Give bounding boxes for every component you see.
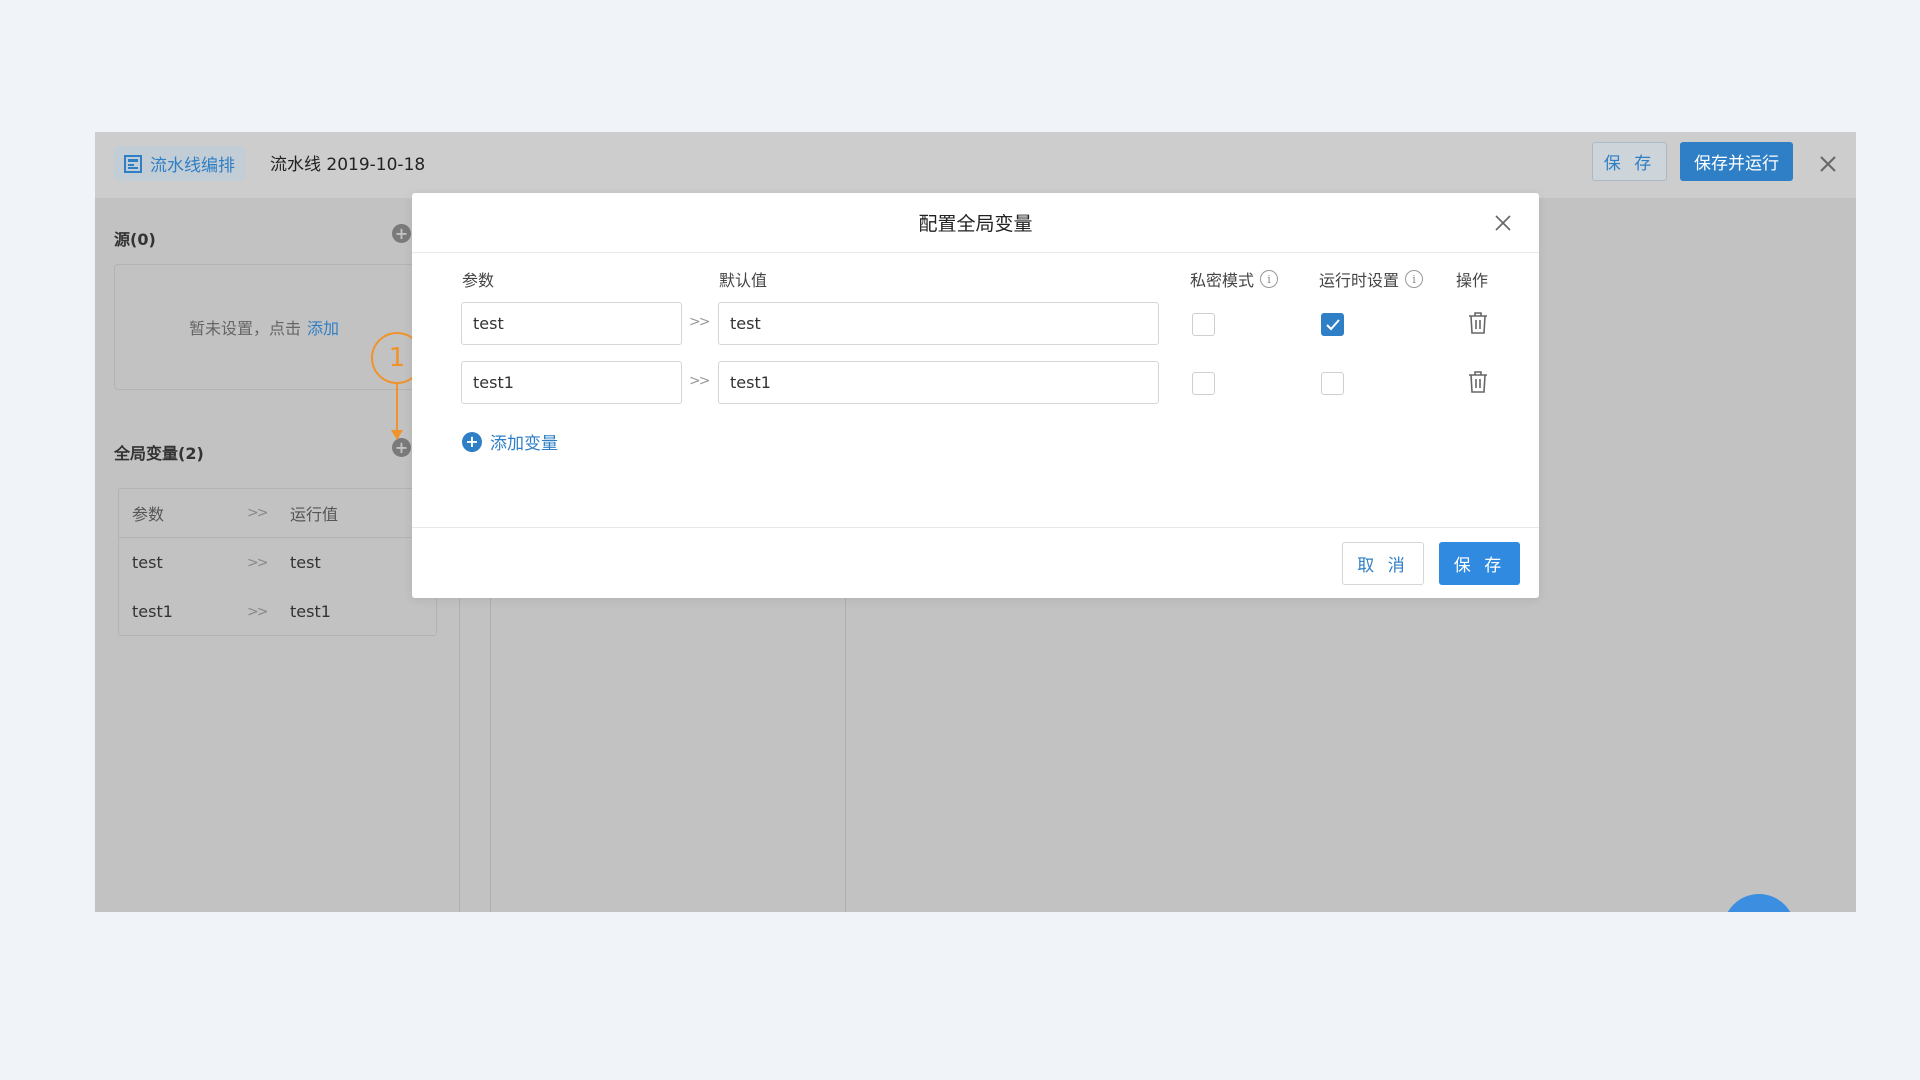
row-value: test1	[290, 602, 331, 621]
global-variables-modal: 配置全局变量 参数 默认值 私密模式 i 运行时设置 i 操作 test >> …	[412, 193, 1539, 598]
separator-icon: >>	[689, 314, 711, 330]
row-param: test	[132, 553, 163, 572]
default-value-input[interactable]: test	[718, 302, 1159, 345]
runtime-checkbox[interactable]	[1321, 372, 1344, 395]
close-icon[interactable]	[1812, 148, 1844, 180]
source-add-link[interactable]: 添加	[307, 315, 339, 339]
delete-icon[interactable]	[1467, 311, 1489, 335]
modal-header: 配置全局变量	[412, 193, 1539, 253]
column-runtime-label: 运行时设置	[1319, 271, 1400, 290]
save-and-run-button[interactable]: 保存并运行	[1680, 142, 1793, 181]
modal-title: 配置全局变量	[918, 213, 1033, 235]
globals-section-title: 全局变量(2)	[114, 444, 204, 463]
add-variable-button[interactable]: + 添加变量	[462, 429, 558, 454]
table-header: 参数 >> 运行值	[119, 489, 436, 538]
left-panel: 源(0) + 暂未设置，点击 添加 全局变量(2) + 参数 >> 运行值 te…	[95, 198, 460, 912]
floating-action-button[interactable]	[1723, 894, 1795, 912]
cancel-button[interactable]: 取 消	[1342, 542, 1424, 585]
source-section-title: 源(0)	[114, 230, 156, 249]
column-default-label: 默认值	[719, 271, 768, 290]
save-button[interactable]: 保 存	[1439, 542, 1520, 585]
add-circle-icon: +	[462, 431, 482, 452]
param-input[interactable]: test1	[461, 361, 682, 404]
column-param-label: 参数	[462, 271, 495, 290]
table-row: test >> test	[119, 538, 436, 587]
info-icon[interactable]: i	[1260, 270, 1279, 288]
pipeline-title: 流水线 2019-10-18	[270, 155, 426, 175]
annotation-arrow-head	[391, 430, 403, 440]
column-param: 参数	[462, 267, 494, 291]
runtime-checkbox[interactable]	[1321, 313, 1344, 336]
column-action: 操作	[1456, 267, 1488, 291]
modal-footer: 取 消 保 存	[412, 527, 1539, 598]
pipeline-tag[interactable]: 流水线编排	[114, 146, 245, 181]
info-icon[interactable]: i	[1405, 270, 1424, 288]
private-checkbox[interactable]	[1192, 313, 1215, 336]
add-source-icon[interactable]: +	[392, 224, 411, 243]
pipeline-tag-label: 流水线编排	[150, 156, 235, 176]
column-default: 默认值	[719, 267, 767, 291]
row-param: test1	[132, 602, 173, 621]
delete-icon[interactable]	[1467, 370, 1489, 394]
separator-icon: >>	[247, 554, 268, 571]
annotation-arrow-line	[396, 384, 398, 434]
column-private-label: 私密模式	[1190, 271, 1255, 290]
top-bar: 流水线编排 流水线 2019-10-18 保 存 保存并运行	[95, 132, 1856, 198]
column-runtime: 运行时设置 i	[1319, 267, 1424, 291]
pipeline-icon	[124, 154, 142, 173]
default-value-input[interactable]: test1	[718, 361, 1159, 404]
global-variables-table: 参数 >> 运行值 test >> test test1 >> test1	[118, 488, 437, 636]
header-param: 参数	[132, 505, 165, 524]
private-checkbox[interactable]	[1192, 372, 1215, 395]
add-global-variable-icon[interactable]: +	[392, 438, 411, 457]
param-input[interactable]: test	[461, 302, 682, 345]
source-empty-text: 暂未设置，点击	[188, 319, 301, 338]
separator-icon: >>	[247, 603, 268, 620]
modal-close-icon[interactable]	[1489, 209, 1517, 237]
table-row: test1 >> test1	[119, 587, 436, 635]
column-action-label: 操作	[1456, 271, 1489, 290]
separator-icon: >>	[247, 505, 268, 521]
add-variable-label: 添加变量	[490, 434, 558, 454]
column-private: 私密模式 i	[1190, 267, 1279, 291]
source-empty-box: 暂未设置，点击 添加	[114, 264, 414, 390]
separator-icon: >>	[689, 373, 711, 389]
top-save-button[interactable]: 保 存	[1592, 142, 1667, 181]
